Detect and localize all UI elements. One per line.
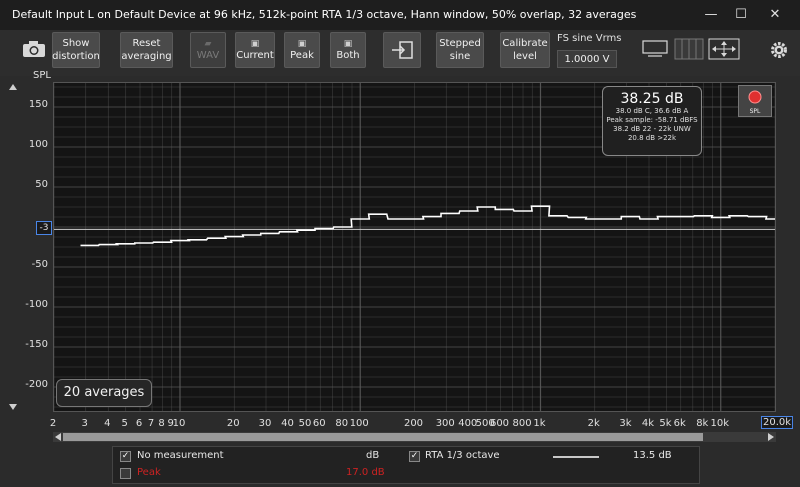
minimize-button[interactable]: — [700, 4, 722, 26]
y-tick-label: -100 [25, 299, 48, 310]
horizontal-scrollbar[interactable] [53, 432, 776, 442]
x-tick-label: 100 [349, 418, 369, 429]
x-tick-label: 600 [489, 418, 510, 429]
fit-view-icon[interactable] [708, 38, 740, 60]
calibrate-level-button[interactable]: Calibrate level [500, 32, 550, 68]
current-button[interactable]: ▣ Current [235, 32, 275, 68]
legend-no-measurement: No measurement [137, 450, 224, 461]
no-measurement-checkbox[interactable]: ✓ [120, 451, 131, 462]
x-tick-label: 2k [587, 418, 600, 429]
readout-line3: 38.2 dB 22 - 22k UNW [613, 125, 691, 133]
legend-unit: dB [366, 450, 380, 461]
x-tick-label: 4 [104, 418, 111, 429]
save-icon: ▣ [250, 38, 260, 49]
x-tick-label: 6k [673, 418, 686, 429]
x-tick-label: 400 [458, 418, 478, 429]
scrollbar-thumb[interactable] [63, 433, 703, 441]
x-tick-label: 300 [435, 418, 455, 429]
legend-peak: Peak [137, 467, 161, 478]
x-tick-label: 60 [312, 418, 326, 429]
legend-panel: ✓ No measurement dB ✓ RTA 1/3 octave 13.… [112, 446, 700, 484]
x-tick-label: 800 [512, 418, 532, 429]
x-tick-label: 5 [121, 418, 128, 429]
single-graph-icon[interactable] [642, 40, 668, 58]
averages-badge: 20 averages [56, 379, 152, 407]
x-tick-label: 2 [49, 418, 57, 429]
x-tick-label: 4k [641, 418, 655, 429]
import-button[interactable] [383, 32, 421, 68]
rta-trace [80, 205, 775, 247]
gear-icon[interactable] [769, 40, 789, 60]
readout-line4: 20.8 dB >22k [627, 134, 677, 142]
record-icon [748, 90, 762, 104]
y-tick-label: -50 [31, 259, 48, 270]
readout-line2: Peak sample: -58.71 dBFS [606, 116, 698, 124]
import-icon [392, 41, 413, 59]
save-icon: ▣ [297, 38, 307, 49]
stepped-sine-button[interactable]: Stepped sine [436, 32, 484, 68]
x-tick-label: 10 [172, 418, 186, 429]
both-button[interactable]: ▣ Both [330, 32, 366, 68]
toolbar: Show distortion Reset averaging ▰ WAV ▣ … [0, 30, 800, 76]
readout-line1: 38.0 dB C, 36.6 dB A [615, 107, 689, 115]
title-bar: Default Input L on Default Device at 96 … [0, 0, 800, 31]
folder-icon: ▰ [204, 38, 212, 49]
level-readout: 38.25 dB 38.0 dB C, 36.6 dB A Peak sampl… [602, 86, 702, 156]
x-tick-label: 1k [533, 418, 546, 429]
camera-icon[interactable] [22, 40, 46, 58]
x-tick-label: 8k [696, 418, 709, 429]
x-tick-label: 200 [403, 418, 424, 429]
window-title: Default Input L on Default Device at 96 … [12, 8, 637, 21]
x-tick-label: 8 [158, 418, 165, 429]
y-tick-label[interactable]: -3 [36, 221, 52, 236]
close-button[interactable]: ✕ [764, 4, 786, 26]
vertical-scrollbar[interactable] [8, 82, 18, 412]
y-tick-label: -200 [25, 379, 48, 390]
y-tick-label: 100 [28, 139, 48, 150]
y-tick-label: 150 [28, 99, 48, 110]
legend-peak-value: 17.0 dB [346, 467, 385, 478]
rta-checkbox[interactable]: ✓ [409, 451, 420, 462]
peak-checkbox[interactable] [120, 468, 131, 479]
maximize-button[interactable]: ☐ [730, 4, 752, 26]
wav-button[interactable]: ▰ WAV [190, 32, 226, 68]
spl-button[interactable]: SPL [738, 85, 772, 117]
save-icon: ▣ [343, 38, 353, 49]
x-tick-label: 30 [258, 418, 272, 429]
x-tick-label: 3k [619, 418, 632, 429]
reset-averaging-button[interactable]: Reset averaging [120, 32, 173, 68]
y-axis-title: SPL [33, 70, 51, 81]
peak-button[interactable]: ▣ Peak [284, 32, 320, 68]
legend-rta-value: 13.5 dB [633, 450, 672, 461]
x-tick-label: 20 [226, 418, 240, 429]
graph-area[interactable]: 38.25 dB 38.0 dB C, 36.6 dB A Peak sampl… [53, 82, 776, 412]
x-tick-label: 7 [147, 418, 155, 429]
x-tick-label: 80 [335, 418, 349, 429]
x-tick-label: 10k [710, 418, 729, 429]
x-tick-label: 3 [81, 418, 88, 429]
y-tick-label: -150 [25, 339, 48, 350]
x-tick-label[interactable]: 20.0k [760, 416, 794, 429]
fs-sine-label: FS sine Vrms [557, 33, 622, 44]
legend-rta: RTA 1/3 octave [425, 450, 500, 461]
show-distortion-button[interactable]: Show distortion [52, 32, 100, 68]
fs-sine-value[interactable]: 1.0000 V [557, 50, 617, 68]
x-tick-label: 40 [281, 418, 294, 429]
x-tick-label: 6 [135, 418, 143, 429]
readout-main: 38.25 dB [620, 91, 684, 107]
multi-graph-icon[interactable] [674, 38, 704, 60]
y-tick-label: 50 [35, 179, 48, 190]
rta-line-swatch [553, 456, 599, 458]
x-tick-label: 50 [298, 418, 312, 429]
x-tick-label: 5k [659, 418, 672, 429]
